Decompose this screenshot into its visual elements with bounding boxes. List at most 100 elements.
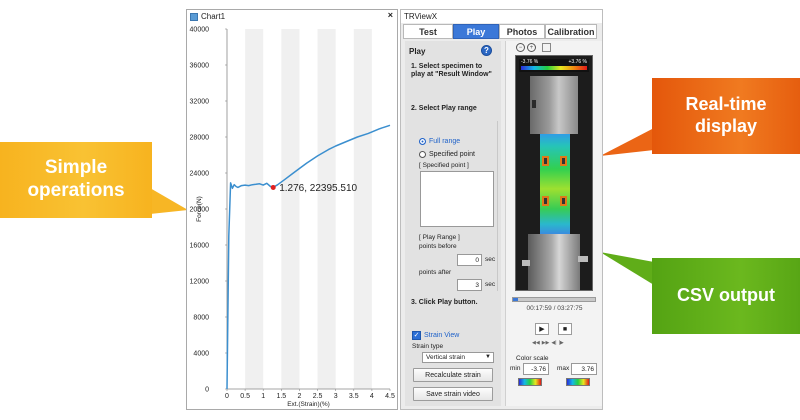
trviewx-title: TRViewX	[401, 10, 602, 23]
grid-band	[281, 29, 300, 389]
x-tick-label: 4	[370, 393, 374, 400]
y-tick-label: 40000	[190, 27, 210, 34]
tab-photos[interactable]: Photos	[499, 24, 545, 39]
y-tick-label: 36000	[190, 63, 210, 70]
zoom-in-icon[interactable]: +	[527, 43, 536, 52]
zoom-out-icon[interactable]: −	[516, 43, 525, 52]
scale-gradient	[521, 66, 587, 70]
y-tick-label: 16000	[190, 243, 210, 250]
step-1-instruction: 1. Select specimen to play at "Result Wi…	[411, 63, 492, 78]
points-before-input[interactable]: 0	[457, 254, 482, 266]
strain-type-value: Vertical strain	[426, 354, 466, 361]
trviewx-window: TRViewX Test Play Photos Calibration Pla…	[400, 9, 603, 410]
grid-band	[245, 29, 264, 389]
max-color-swatch[interactable]	[566, 378, 590, 386]
y-tick-label: 8000	[193, 315, 209, 322]
grid-band	[317, 29, 336, 389]
x-tick-label: 3.5	[349, 393, 359, 400]
strain-view-label: Strain View	[424, 332, 460, 339]
stop-button[interactable]: ■	[558, 323, 572, 335]
scale-min-label: -3.76 %	[521, 59, 539, 65]
force-strain-chart: 0400080001200016000200002400028000320003…	[190, 27, 395, 409]
recalculate-strain-button[interactable]: Recalculate strain	[413, 368, 493, 382]
chart-window-icon	[190, 12, 198, 21]
y-tick-label: 0	[205, 387, 209, 394]
callout-text: operations	[27, 180, 125, 201]
close-icon[interactable]: ×	[388, 10, 393, 20]
data-marker	[270, 184, 276, 190]
radio-off-icon	[419, 151, 426, 158]
y-tick-label: 28000	[190, 135, 210, 142]
tab-calibration[interactable]: Calibration	[545, 24, 597, 39]
help-icon[interactable]: ?	[481, 45, 492, 56]
sec-unit: sec	[485, 281, 496, 288]
callout-text: display	[694, 116, 758, 136]
x-tick-label: 1	[261, 393, 265, 400]
scale-bar: -3.76 % +3.76 %	[519, 59, 589, 72]
csv-pointer	[600, 252, 654, 285]
gauge-mark	[560, 196, 567, 206]
step-forward-icon[interactable]: |▶	[559, 340, 564, 346]
scale-max-input[interactable]: 3.76	[571, 363, 597, 375]
y-axis-label: Force(N)	[196, 196, 203, 222]
min-color-swatch[interactable]	[518, 378, 542, 386]
y-tick-label: 32000	[190, 99, 210, 106]
grip-arm	[578, 256, 588, 262]
zoom-controls: − +	[516, 43, 551, 52]
upper-grip	[530, 76, 578, 134]
playback-progress-bar[interactable]	[512, 297, 596, 302]
strain-view-checkbox[interactable]: ✓ Strain View	[412, 331, 459, 340]
fit-window-icon[interactable]	[542, 43, 551, 52]
play-icon: ▶	[539, 326, 545, 333]
realtime-pointer	[600, 128, 654, 156]
callout-realtime-display: Real-time display	[652, 78, 800, 154]
video-panel: − + -3.76 % +3.76 % 00:17:59 / 03:27:75 …	[505, 41, 602, 406]
play-settings-panel: Play ? 1. Select specimen to play at "Re…	[405, 41, 501, 406]
color-scale-label: Color scale	[516, 355, 549, 362]
gauge-mark	[560, 156, 567, 166]
step-2-instruction: 2. Select Play range	[411, 105, 477, 112]
y-tick-label: 12000	[190, 279, 210, 286]
time-readout: 00:17:59 / 03:27:75	[526, 305, 583, 312]
x-tick-label: 1.5	[276, 393, 286, 400]
callout-text: Simple	[44, 157, 108, 179]
points-after-input[interactable]: 3	[457, 279, 482, 291]
specified-point-label: [ Specified point ]	[419, 162, 469, 169]
callout-simple-operations: Simple operations	[0, 142, 152, 218]
tab-play[interactable]: Play	[453, 24, 499, 39]
radio-full-label: Full range	[429, 138, 461, 145]
specimen-strain-map	[540, 134, 570, 234]
checkmark-icon: ✓	[412, 331, 421, 340]
grip-bolt	[532, 100, 536, 108]
play-range-label: [ Play Range ]	[419, 234, 460, 241]
y-tick-label: 4000	[193, 351, 209, 358]
grip-arm	[522, 260, 530, 266]
save-strain-video-button[interactable]: Save strain video	[413, 387, 493, 401]
fast-forward-icon[interactable]: ▶▶	[542, 340, 550, 346]
callout-text: CSV output	[677, 285, 775, 306]
step-back-icon[interactable]: ◀|	[551, 340, 556, 346]
play-button[interactable]: ▶	[535, 323, 549, 335]
radio-full-range[interactable]: Full range	[419, 138, 460, 145]
panel-heading: Play	[409, 47, 426, 56]
frame-step-controls: ◀◀ ▶▶ ◀| |▶	[532, 340, 564, 346]
rewind-icon[interactable]: ◀◀	[532, 340, 540, 346]
max-label: max	[557, 365, 570, 372]
specified-point-list[interactable]	[420, 171, 494, 227]
x-tick-label: 4.5	[385, 393, 395, 400]
tab-test[interactable]: Test	[403, 24, 453, 39]
simple-pointer	[150, 188, 188, 214]
step-3-instruction: 3. Click Play button.	[411, 299, 478, 306]
strain-type-select[interactable]: Vertical strain ▼	[422, 352, 494, 363]
radio-specified-label: Specified point	[429, 151, 475, 158]
x-tick-label: 2.5	[313, 393, 323, 400]
chart-window-title: Chart1	[201, 12, 226, 21]
radio-specified-point[interactable]: Specified point	[419, 151, 475, 158]
points-after-label: points after	[419, 269, 452, 276]
x-tick-label: 0	[225, 393, 229, 400]
strain-video-frame: -3.76 % +3.76 %	[515, 55, 593, 291]
chart-window: Chart1 × 0 4000 8000 12000 16000 20000 24000 28…	[186, 9, 398, 410]
scale-min-input[interactable]: -3.76	[523, 363, 549, 375]
strain-type-label: Strain type	[412, 343, 444, 350]
stop-icon: ■	[562, 325, 568, 333]
